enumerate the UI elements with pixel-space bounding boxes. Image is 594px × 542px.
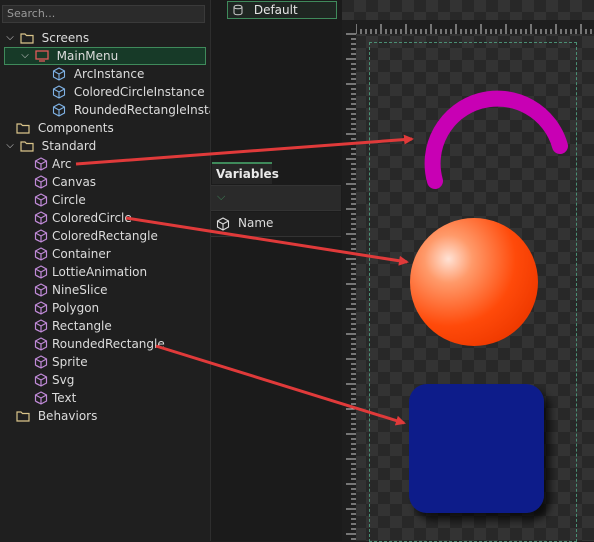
arrow-coloredcircle [125,216,409,266]
annotation-arrows [75,134,414,426]
arrow-roundedrectangle [155,344,406,426]
arrow-arc [75,134,414,166]
